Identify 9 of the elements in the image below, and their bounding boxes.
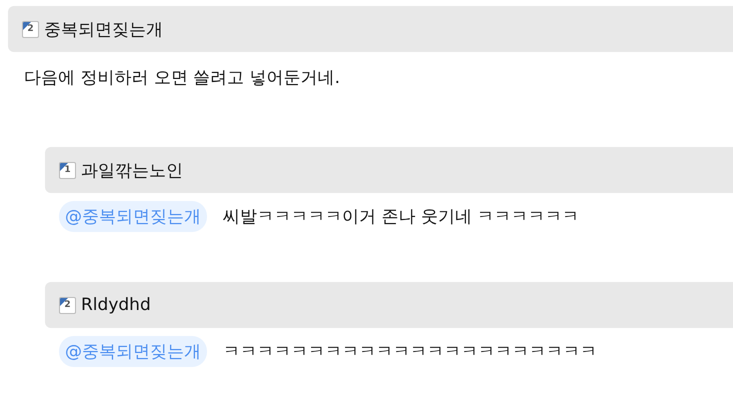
level-icon: 1 <box>59 162 76 178</box>
comment-text: 다음에 정비하러 오면 쓸려고 넣어둔거네. <box>23 67 342 89</box>
author-name[interactable]: 중복되면짖는개 <box>44 18 163 40</box>
level-icon: 2 <box>59 296 76 314</box>
author-name[interactable]: Rldydhd <box>81 295 151 315</box>
level-icon: 2 <box>22 20 39 38</box>
author-name[interactable]: 과일깎는노인 <box>81 158 183 182</box>
reply-text: ㅋㅋㅋㅋㅋㅋㅋㅋㅋㅋㅋㅋㅋㅋㅋㅋㅋㅋㅋㅋㅋㅋ <box>223 341 597 363</box>
reply-text: 씨발ㅋㅋㅋㅋㅋ이거 존나 웃기네 ㅋㅋㅋㅋㅋㅋ <box>223 206 580 228</box>
